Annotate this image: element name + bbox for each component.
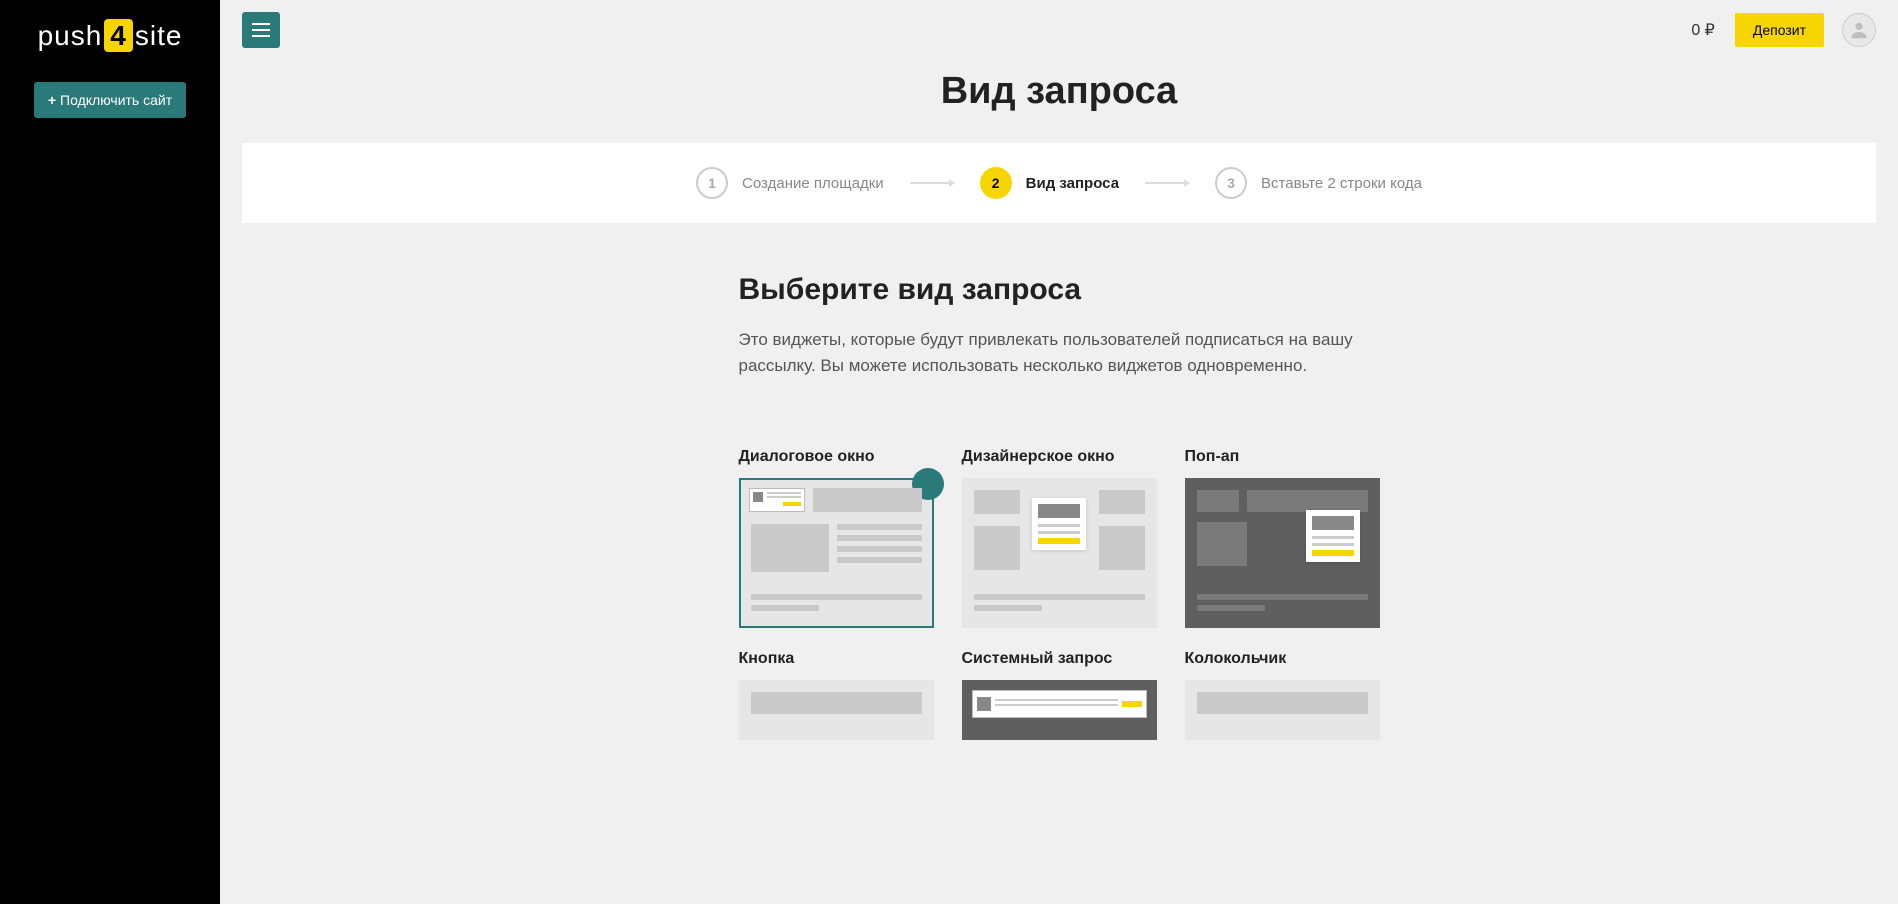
step-label: Создание площадки xyxy=(742,175,884,192)
widget-button[interactable]: Кнопка xyxy=(739,650,934,740)
topbar: 0 ₽ Депозит xyxy=(220,0,1898,60)
logo-badge: 4 xyxy=(104,19,133,52)
step-label: Вид запроса xyxy=(1026,175,1119,192)
hamburger-icon xyxy=(252,29,270,31)
connect-label: Подключить сайт xyxy=(60,92,172,108)
page-title: Вид запроса xyxy=(220,70,1898,113)
arrow-icon xyxy=(910,182,954,184)
widget-preview xyxy=(739,478,934,628)
step-3[interactable]: 3 Вставьте 2 строки кода xyxy=(1215,167,1422,199)
user-icon xyxy=(1848,19,1870,41)
widget-title: Диалоговое окно xyxy=(739,448,934,466)
section-desc: Это виджеты, которые будут привлекать по… xyxy=(739,327,1379,378)
step-num: 2 xyxy=(980,167,1012,199)
widget-preview xyxy=(962,680,1157,740)
widget-preview xyxy=(739,680,934,740)
widget-popup[interactable]: Поп-ап xyxy=(1185,448,1380,628)
widget-preview xyxy=(1185,680,1380,740)
widget-bell[interactable]: Колокольчик xyxy=(1185,650,1380,740)
widget-grid: Диалоговое окно xyxy=(739,448,1380,740)
deposit-button[interactable]: Депозит xyxy=(1735,13,1824,47)
widget-title: Колокольчик xyxy=(1185,650,1380,668)
widget-preview xyxy=(1185,478,1380,628)
step-1[interactable]: 1 Создание площадки xyxy=(696,167,884,199)
arrow-icon xyxy=(1145,182,1189,184)
sidebar: push4site +Подключить сайт xyxy=(0,0,220,904)
content: Выберите вид запроса Это виджеты, которы… xyxy=(709,273,1410,740)
main: 0 ₽ Депозит Вид запроса 1 Создание площа… xyxy=(220,0,1898,904)
widget-title: Кнопка xyxy=(739,650,934,668)
step-num: 1 xyxy=(696,167,728,199)
avatar[interactable] xyxy=(1842,13,1876,47)
connect-site-button[interactable]: +Подключить сайт xyxy=(34,82,186,118)
step-label: Вставьте 2 строки кода xyxy=(1261,175,1422,192)
widget-title: Дизайнерское окно xyxy=(962,448,1157,466)
section-title: Выберите вид запроса xyxy=(739,273,1380,307)
menu-toggle-button[interactable] xyxy=(242,12,280,48)
logo-text-1: push xyxy=(38,20,103,51)
logo-text-2: site xyxy=(135,20,183,51)
widget-designer[interactable]: Дизайнерское окно xyxy=(962,448,1157,628)
widget-preview xyxy=(962,478,1157,628)
steps-bar: 1 Создание площадки 2 Вид запроса 3 Вста… xyxy=(242,143,1876,223)
step-2[interactable]: 2 Вид запроса xyxy=(980,167,1119,199)
widget-dialog[interactable]: Диалоговое окно xyxy=(739,448,934,628)
widget-system[interactable]: Системный запрос xyxy=(962,650,1157,740)
logo: push4site xyxy=(0,20,220,52)
widget-title: Поп-ап xyxy=(1185,448,1380,466)
plus-icon: + xyxy=(48,92,56,108)
widget-title: Системный запрос xyxy=(962,650,1157,668)
balance: 0 ₽ xyxy=(1691,20,1715,40)
step-num: 3 xyxy=(1215,167,1247,199)
